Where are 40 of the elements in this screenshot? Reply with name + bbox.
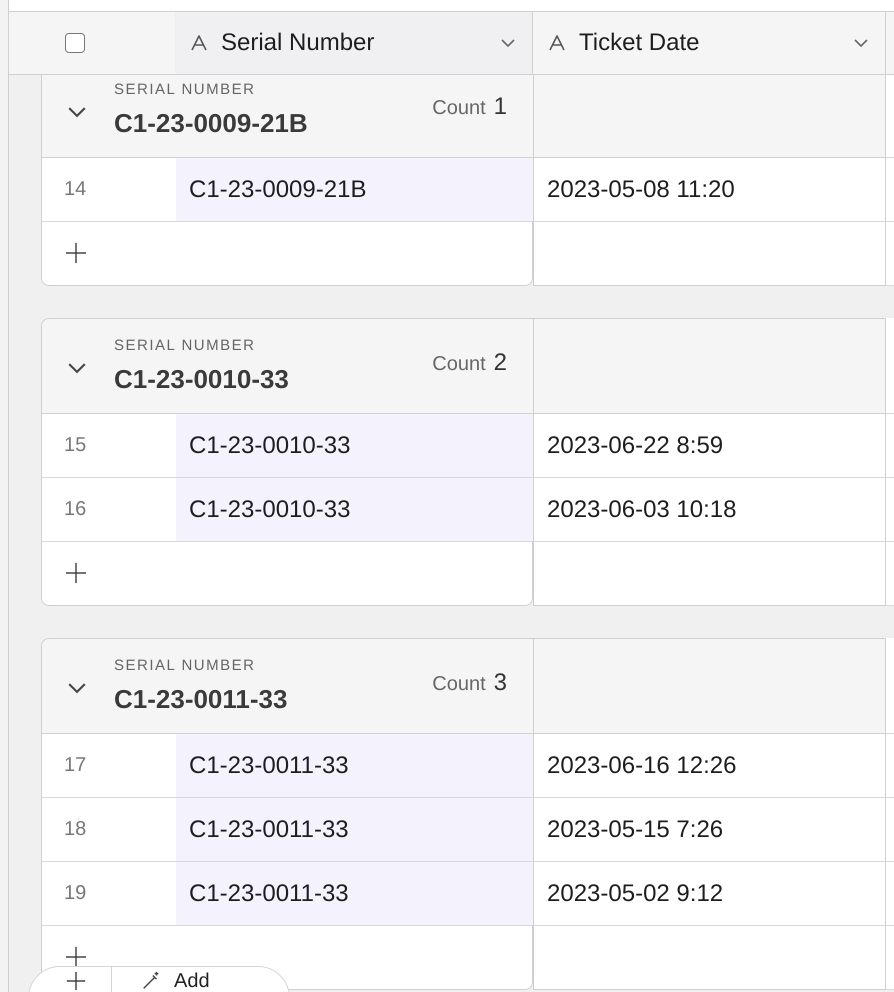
group-field-label: SERIAL NUMBER (114, 657, 256, 674)
table-cell: C1-23-0009-21B (176, 158, 533, 221)
column-header[interactable]: Ticket Date (533, 12, 886, 74)
group-value: C1-23-0010-33 (114, 364, 290, 395)
column-header[interactable]: Serial Number (175, 12, 533, 74)
text-field-icon (547, 33, 567, 53)
table-cell: 2023-05-02 9:12 (547, 880, 724, 908)
add-row-icon[interactable] (65, 562, 87, 584)
group-value: C1-23-0009-21B (114, 108, 309, 139)
table-cell: 2023-06-03 10:18 (547, 496, 736, 524)
plus-icon[interactable] (65, 970, 87, 992)
group-field-label: SERIAL NUMBER (114, 81, 256, 98)
text-field-icon (189, 33, 209, 53)
table-cell: 2023-05-08 11:20 (547, 176, 735, 204)
table-cell: 2023-06-16 12:26 (547, 752, 736, 780)
add-row-icon[interactable] (65, 242, 87, 264)
count-label: Count (432, 673, 486, 696)
table-cell: C1-23-0010-33 (176, 414, 533, 477)
select-all-checkbox[interactable] (65, 33, 85, 53)
table-cell: 2023-05-15 7:26 (547, 816, 724, 844)
group-value: C1-23-0011-33 (114, 684, 288, 715)
table-cell: C1-23-0011-33 (176, 734, 533, 797)
row-number: 18 (63, 817, 88, 842)
count-label: Count (432, 353, 486, 376)
count-label: Count (432, 97, 486, 120)
table-cell: C1-23-0010-33 (176, 478, 533, 541)
row-number: 15 (63, 433, 88, 458)
count-value: 1 (494, 93, 507, 121)
table-cell: 2023-06-22 8:59 (547, 432, 724, 460)
table-cell: C1-23-0011-33 (176, 798, 533, 861)
row-number: 17 (63, 753, 88, 778)
count-value: 2 (494, 349, 507, 377)
count-value: 3 (494, 669, 507, 697)
add-button[interactable]: Add (112, 970, 210, 992)
add-row-icon[interactable] (65, 946, 87, 968)
row-number: 16 (63, 497, 88, 522)
group-field-label: SERIAL NUMBER (114, 337, 256, 354)
row-number: 14 (63, 177, 88, 202)
table-cell: C1-23-0011-33 (176, 862, 533, 925)
row-number: 19 (63, 881, 88, 906)
